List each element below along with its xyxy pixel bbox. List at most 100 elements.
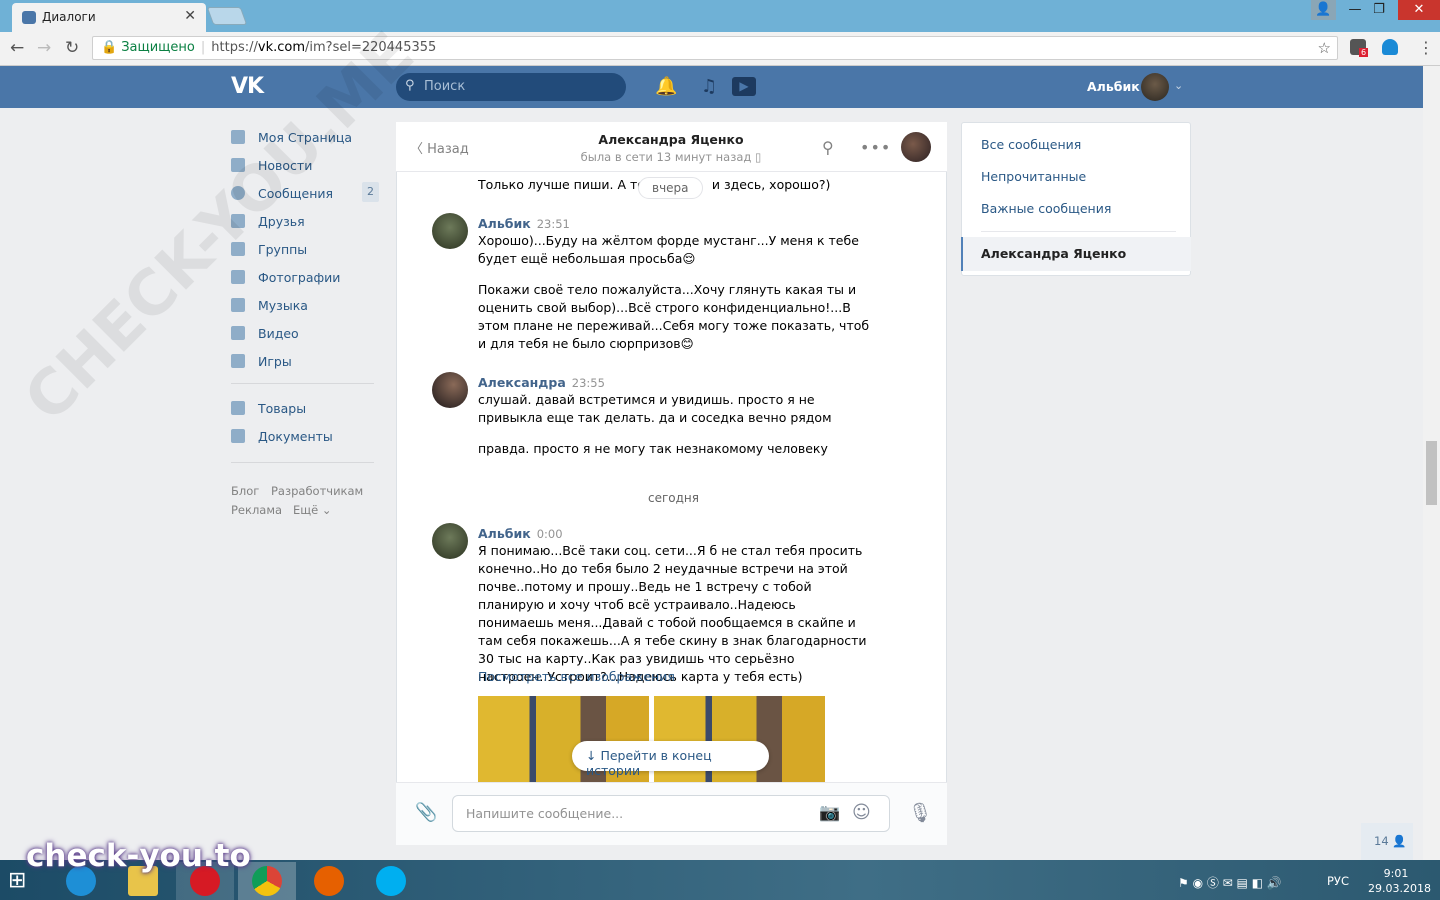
filter-all-messages[interactable]: Все сообщения	[981, 137, 1081, 152]
vk-favicon-icon	[22, 11, 36, 24]
microphone-icon[interactable]: 🎙	[908, 801, 932, 824]
user-avatar[interactable]	[1141, 73, 1169, 101]
sidebar-item-label: Документы	[258, 428, 333, 444]
sidebar-item-label: Группы	[258, 241, 308, 257]
filter-unread[interactable]: Непрочитанные	[981, 169, 1086, 184]
new-tab-button[interactable]	[206, 7, 248, 25]
contact-name[interactable]: Александра Яценко	[560, 132, 782, 147]
sidebar-item-docs[interactable]: Документы	[231, 422, 333, 450]
message-header: Александра 23:55	[478, 374, 878, 392]
footer-blog-link[interactable]: Блог	[231, 484, 259, 498]
windows-start-icon[interactable]: ⊞	[8, 868, 26, 893]
sidebar-item-label: Видео	[258, 325, 299, 341]
message-author[interactable]: Александра	[478, 375, 566, 390]
chrome-icon	[252, 866, 282, 896]
message-time: 23:51	[536, 217, 570, 231]
camera-icon[interactable]: 📷	[819, 803, 840, 823]
sidebar-item-market[interactable]: Товары	[231, 394, 306, 422]
watermark-site: check-you.to	[26, 838, 251, 874]
filter-important[interactable]: Важные сообщения	[981, 201, 1111, 216]
bag-icon	[231, 401, 245, 415]
reload-icon[interactable]: ↻	[65, 38, 79, 58]
sidebar-item-label: Музыка	[258, 297, 308, 313]
contact-avatar[interactable]	[901, 132, 931, 162]
sidebar-item-label: Игры	[258, 353, 292, 369]
forward-arrow-icon[interactable]: →	[37, 38, 51, 58]
home-icon	[231, 130, 245, 144]
sidebar-item-label: Товары	[258, 400, 307, 416]
clock-time: 9:01	[1383, 867, 1409, 880]
shield-extension-icon[interactable]	[1382, 39, 1398, 55]
paperclip-icon[interactable]: 📎	[415, 802, 437, 823]
lock-icon: 🔒	[101, 40, 118, 55]
active-dialog-name: Александра Яценко	[981, 246, 1127, 261]
scroll-to-end-button[interactable]: ↓ Перейти в конец истории	[572, 741, 769, 778]
author-avatar[interactable]	[432, 213, 468, 249]
message-author[interactable]: Альбик	[478, 216, 531, 231]
omnibox-separator: |	[200, 40, 206, 55]
back-button[interactable]: 〈 Назад	[410, 138, 469, 157]
chevron-down-icon[interactable]: ⌄	[1174, 79, 1183, 92]
clock[interactable]: 9:01 29.03.2018	[1368, 866, 1431, 896]
message-header: Альбик 23:51	[478, 215, 878, 233]
extension-icon[interactable]: 6	[1350, 39, 1369, 57]
search-placeholder: Поиск	[424, 79, 466, 94]
message-text-start: Только лучше пиши. А то л	[478, 177, 657, 192]
bookmark-star-icon[interactable]: ☆	[1318, 39, 1331, 57]
footer-ads-link[interactable]: Реклама	[231, 503, 282, 517]
message-time: 0:00	[536, 527, 563, 541]
sidebar-item-photos[interactable]: Фотографии	[231, 263, 340, 291]
taskbar-skype[interactable]	[362, 862, 420, 900]
address-bar[interactable]: 🔒 Защищено | https://vk.com/im?sel=22044535…	[92, 36, 1338, 60]
music-note-icon[interactable]: ♫	[701, 76, 717, 97]
more-icon[interactable]: •••	[860, 138, 891, 157]
date-separator-yesterday: вчера	[638, 177, 703, 199]
sidebar-item-label: Фотографии	[258, 269, 341, 285]
message-header: Альбик 0:00	[478, 525, 878, 543]
close-window-button[interactable]: ✕	[1398, 0, 1440, 20]
message-author[interactable]: Альбик	[478, 526, 531, 541]
language-indicator[interactable]: РУС	[1327, 874, 1349, 888]
author-avatar[interactable]	[432, 523, 468, 559]
online-count: 14	[1374, 834, 1389, 848]
browser-tab[interactable]: Диалоги ✕	[12, 3, 206, 32]
sidebar-divider	[231, 383, 374, 384]
sidebar-item-music[interactable]: Музыка	[231, 291, 308, 319]
browser-user-icon[interactable]: 👤	[1311, 0, 1336, 20]
contact-status: была в сети 13 минут назад ▯	[560, 150, 782, 164]
emoji-icon[interactable]: ☺	[852, 802, 871, 823]
sidebar-divider	[231, 462, 374, 463]
footer-dev-link[interactable]: Разработчикам	[271, 484, 363, 498]
browser-menu-icon[interactable]: ⋮	[1418, 38, 1434, 57]
sidebar-item-video[interactable]: Видео	[231, 319, 299, 347]
play-icon[interactable]: ▶	[732, 77, 756, 96]
person-icon: 👤	[1392, 834, 1407, 848]
maximize-button[interactable]: ❐	[1364, 0, 1394, 20]
extension-badge: 6	[1359, 48, 1369, 57]
scrollbar-thumb[interactable]	[1426, 441, 1437, 505]
chat-search-icon[interactable]: ⚲	[822, 138, 834, 157]
search-input[interactable]: ⚲ Поиск	[396, 73, 626, 101]
tab-title: Диалоги	[42, 10, 96, 24]
mobile-icon: ▯	[755, 150, 762, 164]
sidebar-item-games[interactable]: Игры	[231, 347, 292, 375]
author-avatar[interactable]	[432, 372, 468, 408]
back-arrow-icon[interactable]: ←	[10, 38, 24, 58]
message-text: Я понимаю...Всё таки соц. сети...Я б не …	[478, 543, 867, 684]
message-text: Покажи своё тело пожалуйста...Хочу гляну…	[478, 282, 870, 351]
user-name[interactable]: Альбик	[1087, 79, 1140, 94]
bell-icon[interactable]: 🔔	[655, 76, 677, 97]
tab-close-icon[interactable]: ✕	[184, 8, 196, 24]
back-label: Назад	[427, 142, 469, 157]
taskbar-firefox[interactable]	[300, 862, 358, 900]
vk-logo[interactable]: VK	[231, 74, 264, 99]
message-text: Хорошо)...Буду на жёлтом форде мустанг..…	[478, 233, 859, 266]
system-tray-icons[interactable]: ⚑ ◉ Ⓢ ✉ ▤ ◧ 🔊	[1178, 874, 1282, 891]
status-text: была в сети 13 минут назад	[580, 150, 752, 164]
online-friends-button[interactable]: 14 👤	[1361, 823, 1413, 860]
view-all-images-link[interactable]: Посмотреть все изображения	[478, 668, 878, 686]
footer-more-link[interactable]: Ещё ⌄	[293, 503, 331, 517]
messages-count-badge: 2	[362, 182, 379, 202]
message-text: правда. просто я не могу так незнакомому…	[478, 441, 828, 456]
date-separator-today: сегодня	[648, 491, 699, 505]
